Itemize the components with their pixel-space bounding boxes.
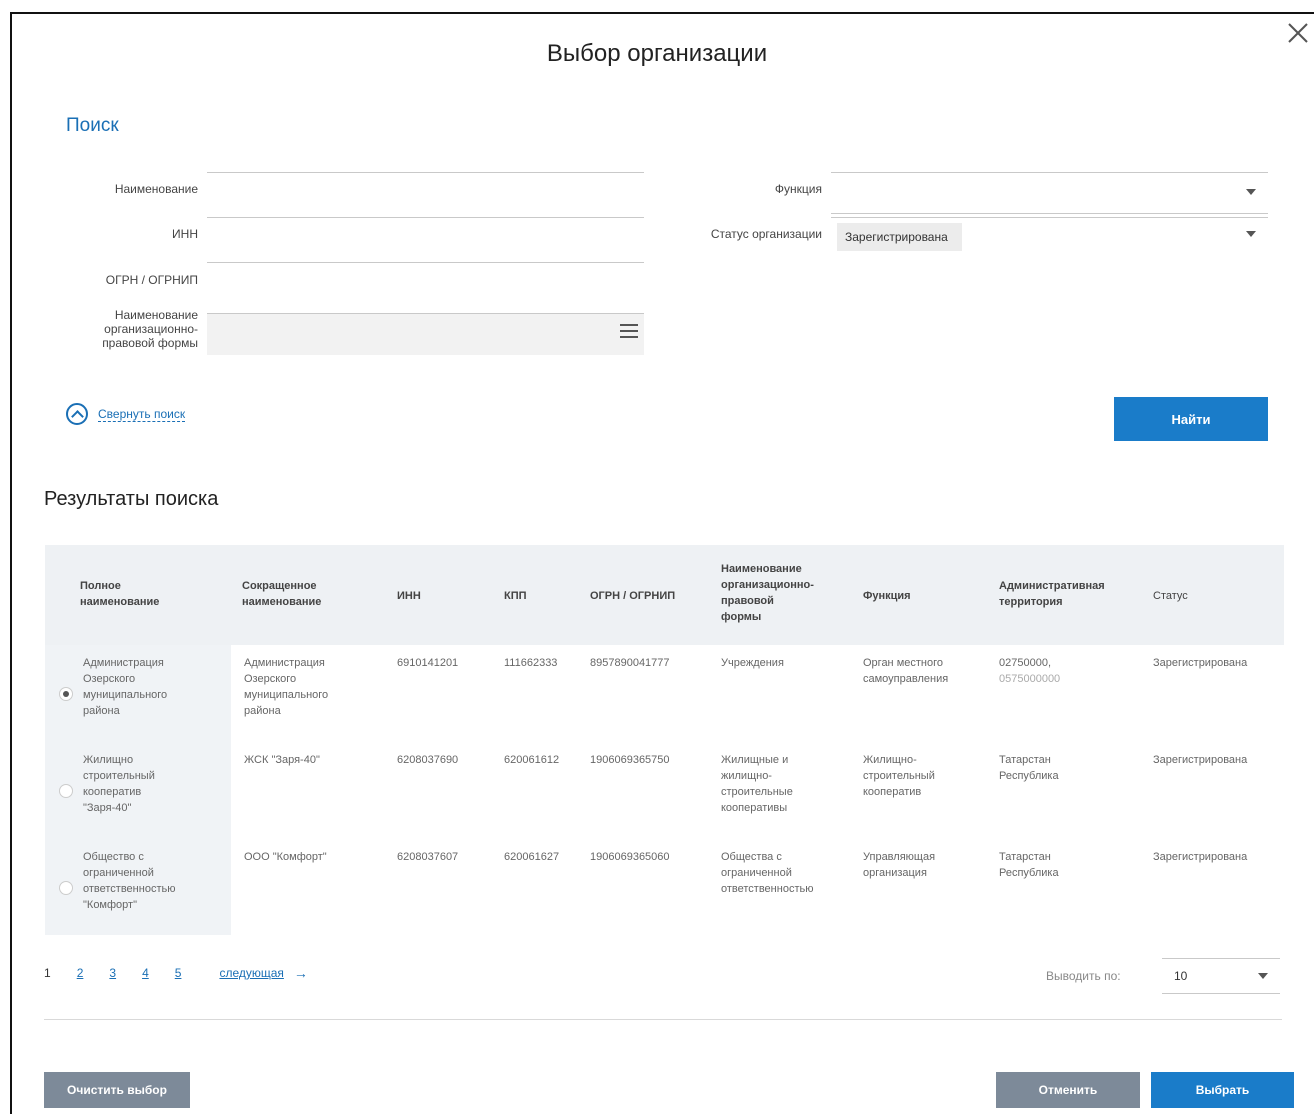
arrow-right-icon[interactable]: → bbox=[294, 965, 308, 981]
chevron-down-icon bbox=[1258, 973, 1268, 979]
per-page-label: Выводить по: bbox=[1046, 969, 1121, 983]
kpp-cell: 620061612 bbox=[504, 754, 560, 766]
col-territory: Административная территория bbox=[999, 580, 1105, 608]
ogrn-cell: 1906069365060 bbox=[590, 851, 670, 863]
page-1[interactable]: 1 bbox=[44, 966, 51, 980]
kpp-cell: 620061627 bbox=[504, 851, 560, 863]
list-menu-icon[interactable] bbox=[620, 324, 638, 340]
full-name-cell: Жилищно строительный кооператив "Заря-40" bbox=[83, 754, 155, 814]
col-status: Статус bbox=[1153, 590, 1188, 602]
inn-label: ИНН bbox=[172, 227, 198, 241]
page-3[interactable]: 3 bbox=[109, 966, 116, 980]
short-name-cell: ООО "Комфорт" bbox=[244, 851, 327, 863]
function-select[interactable] bbox=[831, 172, 1268, 214]
ogrn-label: ОГРН / ОГРНИП bbox=[105, 273, 198, 287]
page-2[interactable]: 2 bbox=[77, 966, 84, 980]
inn-cell: 6208037607 bbox=[397, 851, 459, 863]
full-name-cell: Общество с ограниченной ответственностью "… bbox=[83, 851, 176, 911]
per-page-select[interactable]: 10 bbox=[1162, 958, 1280, 994]
function-label: Функция bbox=[774, 182, 822, 196]
status-cell: Зарегистрирована bbox=[1153, 754, 1248, 766]
page-5[interactable]: 5 bbox=[175, 966, 182, 980]
chevron-up-circle-icon bbox=[66, 403, 88, 425]
col-legal-form: Наименование организационно- правовой форм… bbox=[721, 563, 814, 623]
chevron-down-icon bbox=[1246, 189, 1256, 195]
footer-divider bbox=[44, 1019, 1282, 1020]
next-page-link[interactable]: следующая bbox=[219, 966, 283, 980]
search-section-title: Поиск bbox=[66, 115, 119, 136]
ogrn-cell: 1906069365750 bbox=[590, 754, 670, 766]
row-radio[interactable] bbox=[59, 687, 73, 701]
col-function: Функция bbox=[863, 590, 911, 602]
ogrn-input[interactable] bbox=[207, 262, 644, 304]
territory-cell: Татарстан Республика bbox=[999, 754, 1059, 782]
chevron-down-icon bbox=[1246, 231, 1256, 237]
function-cell: Жилищно-строительный кооператив bbox=[863, 754, 935, 798]
find-button[interactable]: Найти bbox=[1114, 397, 1268, 441]
col-inn: ИНН bbox=[397, 590, 421, 602]
clear-selection-button[interactable]: Очистить выбор bbox=[44, 1072, 190, 1108]
inn-cell: 6208037690 bbox=[397, 754, 459, 766]
name-input[interactable] bbox=[207, 172, 644, 214]
ogrn-cell: 8957890041777 bbox=[590, 657, 670, 669]
legal-form-input[interactable] bbox=[207, 313, 644, 355]
cancel-button[interactable]: Отменить bbox=[996, 1072, 1140, 1108]
short-name-cell: ЖСК "Заря-40" bbox=[244, 754, 320, 766]
function-cell: Управляющая организация bbox=[863, 851, 936, 879]
per-page-value: 10 bbox=[1174, 969, 1188, 983]
full-name-cell: Администрация Озерского муниципального рай… bbox=[83, 657, 168, 717]
col-kpp: КПП bbox=[504, 590, 527, 602]
legal-form-label: Наименование организационно- правовой фо… bbox=[102, 308, 198, 350]
status-chip[interactable]: Зарегистрирована bbox=[837, 223, 962, 251]
status-label: Статус организации bbox=[710, 227, 822, 241]
status-cell: Зарегистрирована bbox=[1153, 851, 1248, 863]
short-name-cell: Администрация Озерского муниципального рай… bbox=[244, 657, 329, 717]
status-select[interactable]: Зарегистрирована bbox=[831, 217, 1268, 253]
col-short-name: Сокращенное наименование bbox=[242, 580, 322, 608]
col-ogrn: ОГРН / ОГРНИП bbox=[590, 590, 676, 602]
row-radio[interactable] bbox=[59, 784, 73, 798]
row-radio[interactable] bbox=[59, 881, 73, 895]
inn-cell: 6910141201 bbox=[397, 657, 459, 669]
territory-cell: Татарстан Республика bbox=[999, 851, 1059, 879]
collapse-search-label: Свернуть поиск bbox=[98, 406, 186, 422]
status-cell: Зарегистрирована bbox=[1153, 657, 1248, 669]
inn-input[interactable] bbox=[207, 217, 644, 259]
page-4[interactable]: 4 bbox=[142, 966, 149, 980]
function-cell: Орган местного самоуправления bbox=[863, 657, 949, 685]
legal-form-cell: Общества с ограниченной ответственностью bbox=[721, 851, 814, 895]
legal-form-cell: Жилищные и жилищно- строительные кооперати… bbox=[721, 754, 793, 814]
pagination: 1 2 3 4 5 следующая → bbox=[44, 965, 308, 981]
territory-cell: 02750000, 0575000000 bbox=[999, 657, 1061, 685]
select-button[interactable]: Выбрать bbox=[1151, 1072, 1294, 1108]
results-title: Результаты поиска bbox=[44, 488, 219, 510]
collapse-search-link[interactable]: Свернуть поиск bbox=[66, 403, 186, 425]
modal-title: Выбор организации bbox=[546, 40, 768, 67]
col-full-name: Полное наименование bbox=[80, 580, 160, 608]
kpp-cell: 111662333 bbox=[504, 657, 558, 669]
legal-form-cell: Учреждения bbox=[721, 657, 784, 669]
name-label: Наименование bbox=[114, 182, 198, 196]
table-header: Полное наименование Сокращенное наименован… bbox=[45, 545, 1284, 645]
